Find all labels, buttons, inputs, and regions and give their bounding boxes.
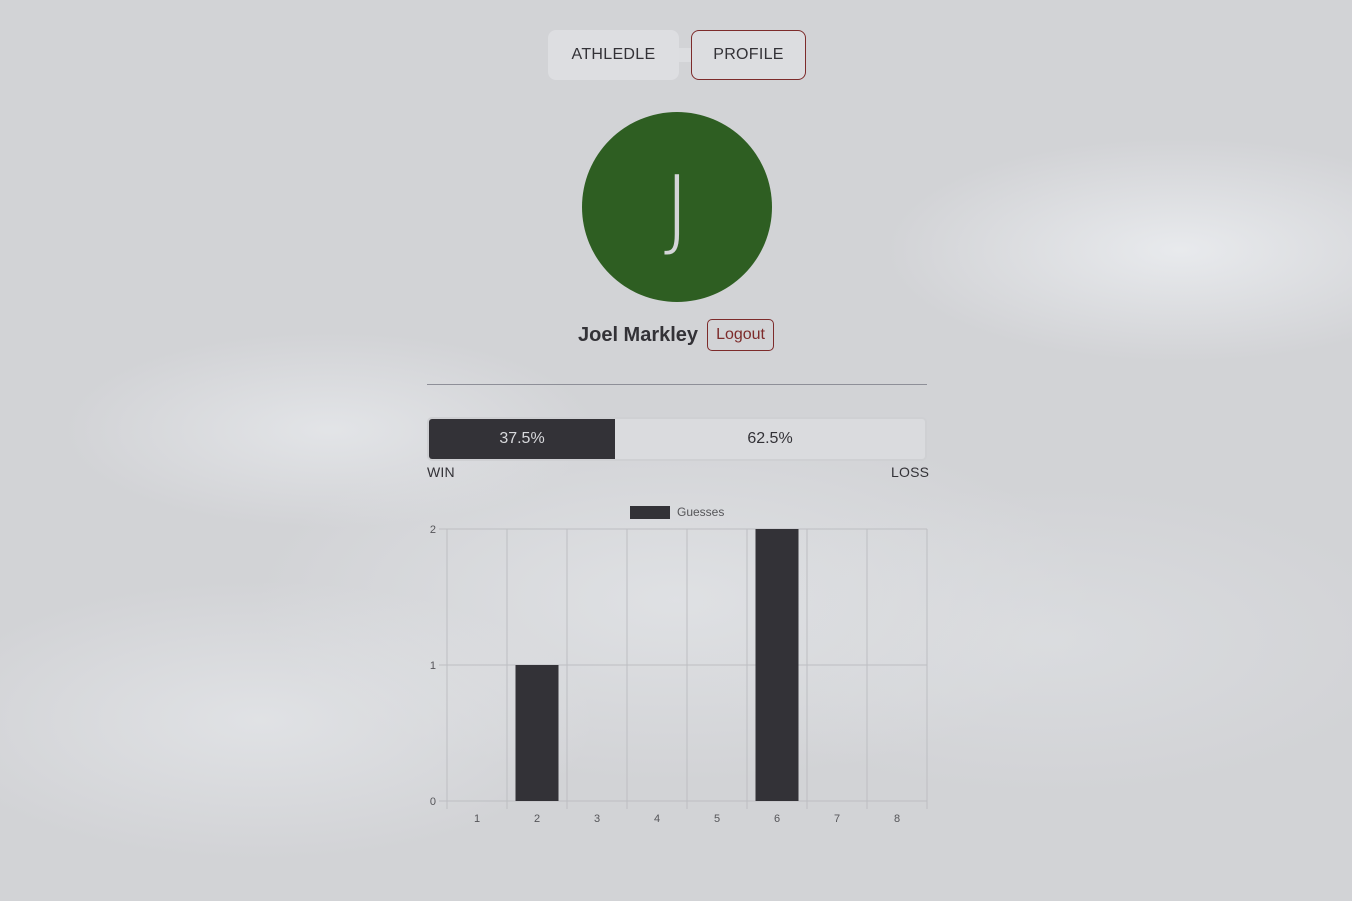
- user-name: Joel Markley: [577, 323, 699, 346]
- x-tick-label: 7: [834, 813, 840, 825]
- legend-swatch: [630, 506, 670, 519]
- loss-label: LOSS: [891, 464, 930, 480]
- divider: [427, 384, 927, 385]
- x-tick-label: 1: [474, 813, 480, 825]
- win-loss-bar: 37.5% 62.5%: [427, 417, 927, 461]
- x-tick-label: 8: [894, 813, 900, 825]
- nav-athledle-button[interactable]: ATHLEDLE: [548, 30, 679, 80]
- nav-profile-button[interactable]: PROFILE: [691, 30, 806, 80]
- win-segment: 37.5%: [429, 419, 615, 459]
- y-tick-label: 2: [430, 524, 436, 536]
- bar: [755, 529, 799, 801]
- avatar: J: [582, 112, 772, 302]
- x-tick-label: 5: [714, 813, 720, 825]
- avatar-letter: J: [664, 157, 690, 260]
- x-tick-label: 6: [774, 813, 780, 825]
- win-label: WIN: [427, 464, 455, 480]
- logout-button[interactable]: Logout: [707, 319, 774, 351]
- bar: [515, 665, 559, 801]
- user-row: Joel Markley Logout: [0, 319, 1352, 351]
- x-tick-label: 4: [654, 813, 660, 825]
- loss-segment: 62.5%: [747, 430, 793, 447]
- y-tick-label: 0: [430, 796, 436, 808]
- x-tick-label: 3: [594, 813, 600, 825]
- x-tick-label: 2: [534, 813, 540, 825]
- legend-label: Guesses: [677, 505, 724, 519]
- y-tick-label: 1: [430, 660, 436, 672]
